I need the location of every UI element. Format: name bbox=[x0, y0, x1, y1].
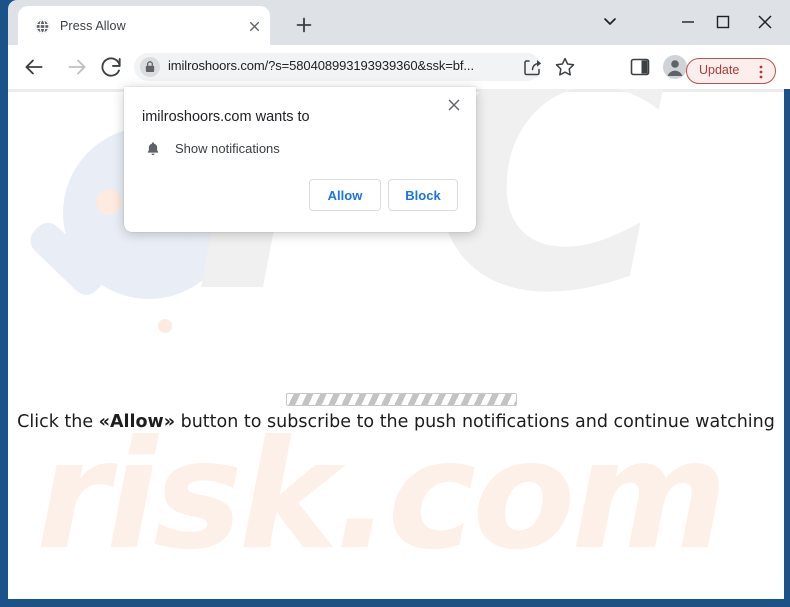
back-arrow-left-icon[interactable] bbox=[21, 54, 47, 80]
globe-icon bbox=[34, 18, 51, 35]
tab-search-chevron-down-icon[interactable] bbox=[595, 8, 625, 36]
reload-icon[interactable] bbox=[98, 54, 124, 80]
browser-toolbar: imilroshoors.com/?s=580408993193939360&s… bbox=[8, 45, 790, 89]
notification-permission-dialog: imilroshoors.com wants to Show notificat… bbox=[124, 87, 476, 232]
permission-dialog-item-label: Show notifications bbox=[175, 141, 280, 156]
address-bar-url: imilroshoors.com/?s=580408993193939360&s… bbox=[168, 58, 474, 73]
page-call-to-action: Click the «Allow» button to subscribe to… bbox=[8, 412, 784, 432]
update-button[interactable]: Update bbox=[686, 58, 776, 84]
address-bar[interactable]: imilroshoors.com/?s=580408993193939360&s… bbox=[134, 53, 541, 81]
cta-prefix: Click the bbox=[17, 412, 99, 432]
profile-avatar-icon[interactable] bbox=[662, 54, 688, 80]
browser-tab-press-allow[interactable]: Press Allow bbox=[18, 6, 270, 45]
magnifier-watermark-dot bbox=[96, 189, 122, 215]
new-tab-button[interactable] bbox=[293, 14, 315, 36]
side-panel-icon[interactable] bbox=[628, 55, 652, 79]
permission-dialog-title: imilroshoors.com wants to bbox=[142, 109, 310, 125]
watermark-domain-text: risk.com bbox=[36, 409, 728, 583]
cta-suffix: button to subscribe to the push notifica… bbox=[175, 412, 775, 432]
bookmark-star-icon[interactable] bbox=[553, 55, 577, 79]
window-close-icon[interactable] bbox=[750, 8, 780, 36]
browser-window-screenshot: Press Allow imilroshoors.com/?s=58040899… bbox=[0, 0, 790, 607]
magnifier-watermark-dot bbox=[158, 319, 172, 333]
striped-progress-bar bbox=[286, 393, 517, 406]
minimize-icon[interactable] bbox=[673, 8, 703, 36]
update-button-label: Update bbox=[699, 63, 740, 77]
three-dots-vertical-icon[interactable] bbox=[755, 63, 767, 81]
permission-dialog-close-icon[interactable] bbox=[444, 95, 464, 115]
tab-title: Press Allow bbox=[60, 19, 126, 33]
forward-arrow-right-icon[interactable] bbox=[64, 54, 90, 80]
bell-icon bbox=[144, 140, 162, 158]
tab-close-icon[interactable] bbox=[246, 18, 263, 35]
cta-highlight: «Allow» bbox=[98, 412, 176, 432]
tab-strip: Press Allow bbox=[8, 0, 790, 45]
block-button[interactable]: Block bbox=[388, 179, 458, 211]
maximize-icon[interactable] bbox=[708, 8, 738, 36]
share-icon[interactable] bbox=[521, 55, 545, 79]
allow-button[interactable]: Allow bbox=[309, 179, 381, 211]
lock-icon[interactable] bbox=[140, 57, 160, 77]
